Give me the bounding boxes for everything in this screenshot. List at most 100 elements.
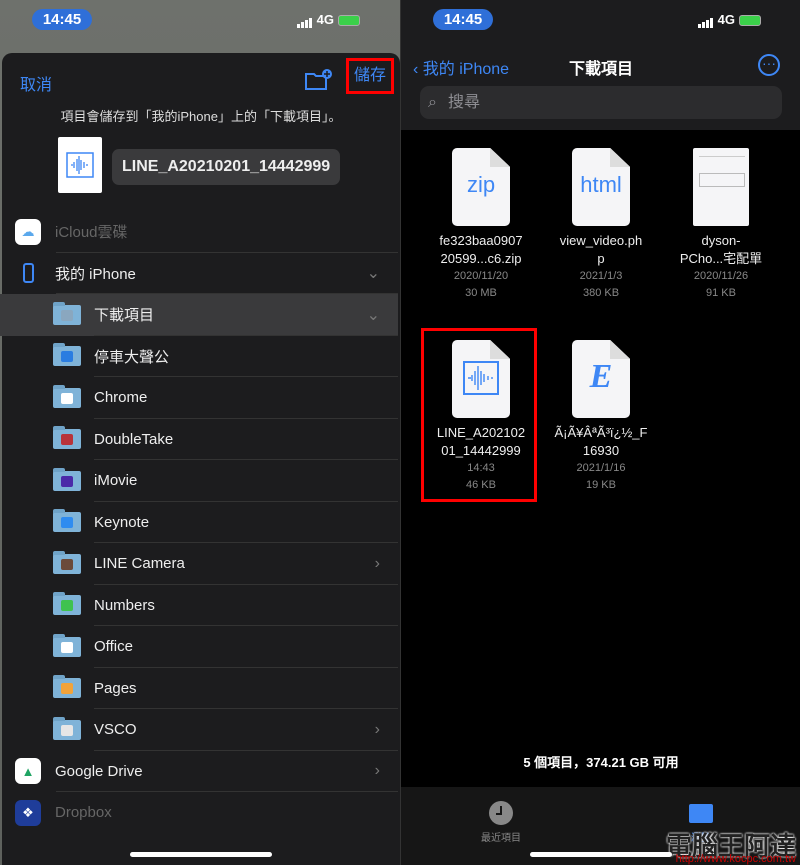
filename-input[interactable]: LINE_A20210201_14442999 — [112, 149, 341, 185]
download-icon — [61, 309, 73, 321]
file-size: 19 KB — [586, 479, 616, 491]
folder-icon — [53, 592, 81, 616]
location-label: Chrome — [94, 389, 148, 407]
more-options-icon[interactable]: ··· — [758, 54, 780, 76]
file-icon: zip — [452, 148, 510, 226]
iphone-icon — [15, 260, 41, 286]
folder-icon — [53, 675, 81, 699]
file-item[interactable]: zip fe323baa0907 20599...c6.zip 2020/11/2… — [421, 148, 541, 302]
home-indicator — [530, 852, 672, 857]
pages-icon — [61, 683, 73, 695]
watermark-url: http://www.kocpc.com.tw — [675, 853, 796, 865]
file-date: 2021/1/16 — [576, 462, 626, 474]
save-button[interactable]: 儲存 — [346, 58, 394, 94]
status-time: 14:45 — [433, 9, 493, 30]
file-name: Ã¡Ã¥ÂªÃ³ï¿½_F 16930 — [554, 425, 648, 458]
folder-icon — [53, 633, 81, 657]
location-row[interactable]: 停車大聲公 — [0, 336, 398, 377]
file-size: 30 MB — [465, 287, 497, 299]
storage-summary: 5 個項目，374.21 GB 可用 — [523, 755, 679, 770]
home-indicator — [130, 852, 272, 857]
status-bar: 14:45 4G — [401, 0, 800, 40]
imovie-icon — [61, 475, 73, 487]
file-item[interactable]: dyson- PCho...宅配單 2020/11/26 91 KB — [661, 148, 781, 302]
location-label: Numbers — [94, 596, 155, 614]
folder-icon — [53, 716, 81, 740]
save-sheet-panel: 14:45 4G 取消 儲存 項目會儲存到「我的iPhone」上的「下載項目」。… — [0, 0, 400, 865]
location-row: ☁ iCloud雲碟 — [0, 211, 398, 253]
location-label: VSCO — [94, 721, 137, 739]
file-date: 2020/11/26 — [693, 270, 749, 282]
location-row[interactable]: ▲ Google Drive › — [0, 751, 398, 792]
numbers-icon — [61, 600, 73, 612]
icloud-icon: ☁ — [15, 218, 41, 245]
file-date: 2020/11/20 — [453, 270, 509, 282]
folder-icon — [53, 301, 81, 325]
signal-icon — [697, 13, 714, 29]
location-row[interactable]: Keynote — [0, 502, 398, 543]
google-drive-icon: ▲ — [15, 758, 41, 785]
file-icon: E — [572, 340, 630, 418]
tab-recents[interactable]: 最近項目 — [461, 801, 541, 844]
location-row[interactable]: Pages — [0, 668, 398, 709]
save-hint: 項目會儲存到「我的iPhone」上的「下載項目」。 — [60, 109, 342, 124]
status-bar: 14:45 4G — [0, 0, 400, 40]
file-item[interactable]: E Ã¡Ã¥ÂªÃ³ï¿½_F 16930 2021/1/16 19 KB — [541, 340, 661, 494]
folder-icon — [53, 509, 81, 533]
dropbox-icon: ❖ — [15, 799, 41, 826]
location-row[interactable]: DoubleTake — [0, 419, 398, 460]
location-row[interactable]: iMovie — [0, 460, 398, 502]
chrome-icon — [61, 392, 73, 404]
vsco-icon — [61, 724, 73, 736]
search-icon: ⌕ — [428, 94, 437, 111]
chevron-right-icon[interactable]: › — [375, 762, 380, 780]
html-file-icon: html — [580, 172, 622, 197]
line-camera-icon — [61, 558, 73, 570]
chevron-right-icon[interactable]: › — [375, 721, 380, 739]
cancel-button[interactable]: 取消 — [20, 71, 52, 95]
zip-file-icon: zip — [466, 172, 496, 197]
doubletake-icon — [61, 434, 73, 446]
location-row[interactable]: VSCO › — [0, 709, 398, 751]
signal-icon — [296, 13, 313, 29]
network-label: 4G — [316, 12, 334, 27]
location-row[interactable]: Numbers — [0, 585, 398, 626]
file-size: 91 KB — [706, 287, 736, 299]
battery-icon — [739, 15, 761, 27]
location-row[interactable]: Office — [0, 626, 398, 668]
search-input[interactable]: ⌕ 搜尋 — [420, 86, 782, 119]
location-label: LINE Camera — [94, 555, 185, 573]
file-item[interactable]: html view_video.ph p 2021/1/3 380 KB — [541, 148, 661, 302]
document-preview — [699, 156, 745, 216]
location-row: ❖ Dropbox — [0, 792, 398, 834]
location-row[interactable]: LINE Camera › — [0, 543, 398, 585]
highlight-box — [421, 328, 537, 502]
clock-icon — [489, 801, 513, 825]
audio-waveform-icon — [66, 152, 94, 178]
location-label: Google Drive — [55, 762, 143, 780]
location-label: iCloud雲碟 — [55, 224, 128, 242]
file-icon: html — [572, 148, 630, 226]
location-label: 我的 iPhone — [55, 265, 136, 283]
chevron-right-icon[interactable]: › — [375, 555, 380, 573]
chevron-down-icon[interactable]: ⌄ — [367, 305, 380, 325]
parking-app-icon — [61, 351, 73, 363]
location-label: 停車大聲公 — [94, 348, 170, 366]
file-name: fe323baa0907 20599...c6.zip — [439, 233, 523, 266]
folder-icon — [53, 467, 81, 491]
file-thumbnail — [58, 137, 102, 193]
location-row[interactable]: Chrome — [0, 377, 398, 419]
file-date: 2021/1/3 — [579, 270, 623, 282]
folder-icon — [53, 426, 81, 450]
keynote-icon — [61, 517, 73, 529]
location-label: 下載項目 — [94, 307, 155, 325]
location-row[interactable]: 我的 iPhone ⌄ — [0, 253, 398, 294]
location-label: Pages — [94, 679, 137, 697]
file-icon — [693, 148, 749, 226]
new-folder-icon[interactable] — [304, 68, 334, 92]
file-size: 380 KB — [582, 287, 620, 299]
location-row[interactable]: 下載項目 ⌄ — [0, 294, 398, 336]
location-label: Keynote — [94, 513, 150, 531]
chevron-down-icon[interactable]: ⌄ — [367, 263, 380, 283]
office-icon — [61, 641, 73, 653]
